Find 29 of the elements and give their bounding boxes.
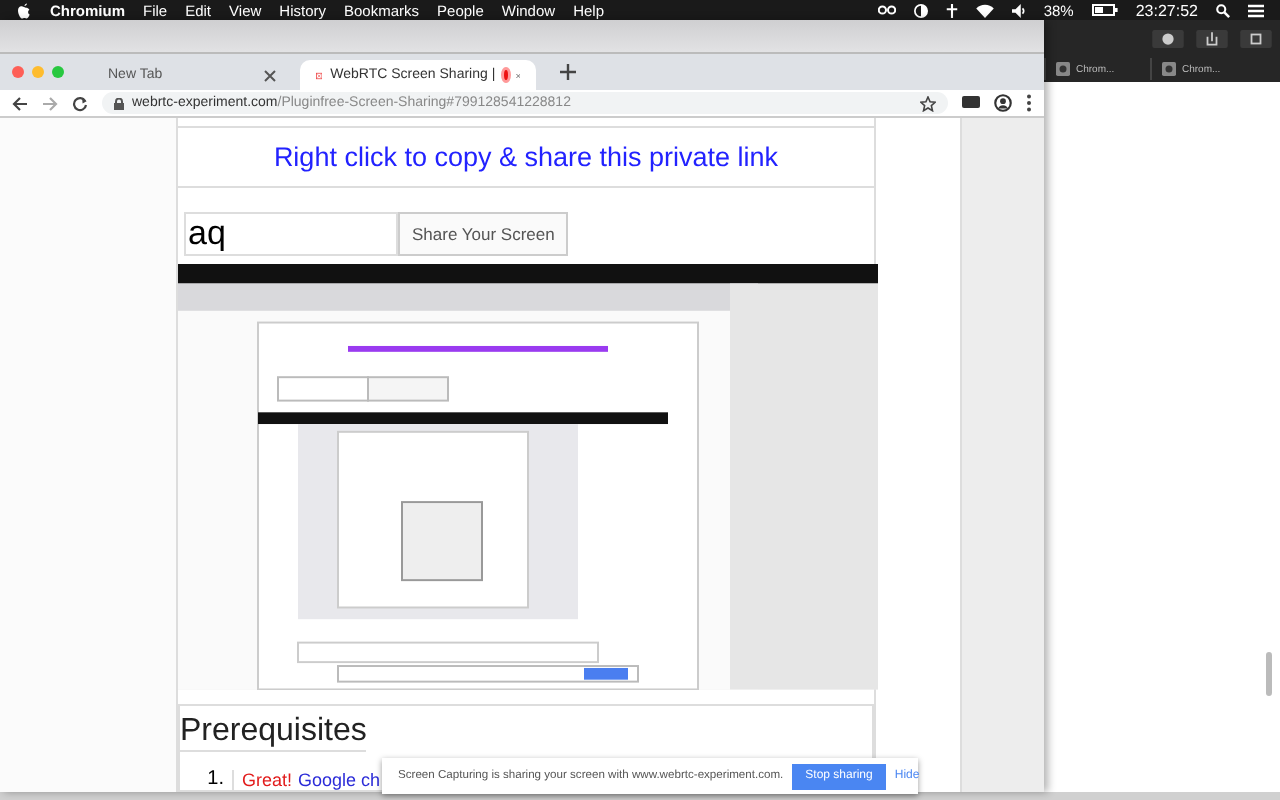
battery-icon[interactable] [1091,4,1118,16]
glasses-icon[interactable] [877,4,896,16]
reload-icon[interactable] [72,95,88,111]
recording-icon [503,70,508,80]
share-screen-button[interactable]: Share Your Screen [398,212,569,257]
apple-icon[interactable] [16,1,32,19]
list-text: Google ch [298,769,381,789]
search-icon[interactable] [1216,3,1230,17]
private-link[interactable]: Right click to copy & share this private link [273,142,779,173]
lock-icon [114,97,124,109]
webrtc-icon [316,67,323,83]
close-icon[interactable] [264,69,276,81]
list-number: 1. [205,768,224,790]
star-icon[interactable] [920,95,936,111]
clock: 23:27:52 [1135,1,1198,19]
profile-icon[interactable] [994,94,1012,112]
speaker-icon[interactable] [1011,3,1026,17]
scrollbar-thumb[interactable] [1266,652,1272,696]
new-tab-icon[interactable] [560,64,576,80]
more-icon[interactable] [1026,94,1032,112]
room-field[interactable]: aq [184,212,398,257]
half-circle-icon[interactable] [913,3,928,17]
wifi-icon[interactable] [975,3,994,17]
share-icon[interactable] [1196,30,1228,48]
prerequisites-heading: Prerequisites [180,714,367,752]
back-icon[interactable] [12,95,28,111]
list-icon[interactable] [1248,3,1264,17]
list-text: Great! [242,769,293,789]
cross-icon[interactable] [945,3,958,17]
